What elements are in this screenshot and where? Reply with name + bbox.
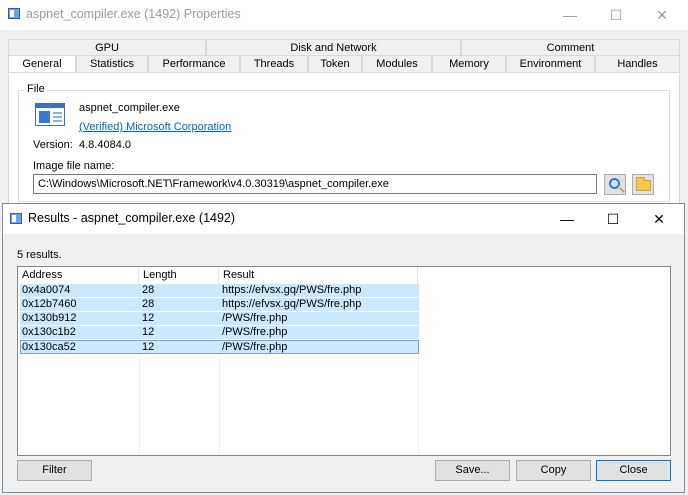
results-list-header: Address Length Result xyxy=(18,267,670,284)
properties-maximize-button[interactable]: ☐ xyxy=(594,0,638,30)
properties-titlebar: aspnet_compiler.exe (1492) Properties — … xyxy=(0,0,688,30)
tab-memory[interactable]: Memory xyxy=(432,55,506,72)
tab-handles[interactable]: Handles xyxy=(595,55,680,72)
column-header-length[interactable]: Length xyxy=(139,267,219,284)
tab-threads[interactable]: Threads xyxy=(240,55,308,72)
save-button[interactable]: Save... xyxy=(435,460,510,481)
inspect-file-button[interactable] xyxy=(604,174,626,195)
cell-length: 12 xyxy=(142,312,155,324)
results-minimize-button[interactable]: — xyxy=(545,204,589,234)
folder-icon xyxy=(636,177,651,191)
list-item-focused[interactable]: 0x130ca52 12 /PWS/fre.php xyxy=(20,340,419,354)
open-folder-button[interactable] xyxy=(632,174,654,195)
cell-result: /PWS/fre.php xyxy=(222,312,288,324)
results-maximize-button[interactable]: ☐ xyxy=(591,204,635,234)
tab-gpu[interactable]: GPU xyxy=(8,39,206,55)
executable-file-icon xyxy=(35,103,65,126)
cell-address: 0x130b912 xyxy=(22,312,77,324)
tab-statistics[interactable]: Statistics xyxy=(76,55,148,72)
cell-address: 0x4a0074 xyxy=(22,284,71,296)
tab-comment[interactable]: Comment xyxy=(461,39,680,55)
search-icon xyxy=(609,178,620,189)
column-header-result[interactable]: Result xyxy=(219,267,418,284)
version-label: Version: xyxy=(33,139,73,151)
list-item[interactable]: 0x130b912 12 /PWS/fre.php xyxy=(20,312,419,325)
properties-title: aspnet_compiler.exe (1492) Properties xyxy=(26,7,241,21)
cell-address: 0x12b7460 xyxy=(22,298,77,310)
copy-button[interactable]: Copy xyxy=(516,460,591,481)
cell-result: https://efvsx.gq/PWS/fre.php xyxy=(222,298,362,310)
cell-address: 0x130c1b2 xyxy=(22,326,76,338)
cell-result: https://efvsx.gq/PWS/fre.php xyxy=(222,284,362,296)
results-window: Results - aspnet_compiler.exe (1492) — ☐… xyxy=(2,203,685,493)
file-group-label: File xyxy=(25,83,47,95)
image-file-path-field[interactable]: C:\Windows\Microsoft.NET\Framework\v4.0.… xyxy=(33,174,597,194)
image-file-name-label: Image file name: xyxy=(33,160,115,172)
cell-length: 28 xyxy=(142,298,155,310)
cell-result: /PWS/fre.php xyxy=(222,326,288,338)
tab-environment[interactable]: Environment xyxy=(506,55,595,72)
list-item[interactable]: 0x4a0074 28 https://efvsx.gq/PWS/fre.php xyxy=(20,284,419,297)
results-titlebar: Results - aspnet_compiler.exe (1492) — ☐… xyxy=(3,204,684,234)
properties-minimize-button[interactable]: — xyxy=(548,0,592,30)
cell-length: 12 xyxy=(142,341,155,353)
tab-modules[interactable]: Modules xyxy=(362,55,432,72)
tab-row-bottom: General Statistics Performance Threads T… xyxy=(8,55,680,72)
cell-address: 0x130ca52 xyxy=(22,341,76,353)
file-name: aspnet_compiler.exe xyxy=(79,102,180,114)
cell-result: /PWS/fre.php xyxy=(222,341,288,353)
tab-performance[interactable]: Performance xyxy=(148,55,240,72)
results-close-icon[interactable]: ✕ xyxy=(637,204,681,234)
cell-length: 12 xyxy=(142,326,155,338)
version-value: 4.8.4084.0 xyxy=(79,139,131,151)
list-item[interactable]: 0x130c1b2 12 /PWS/fre.php xyxy=(20,326,419,339)
verified-publisher-link[interactable]: (Verified) Microsoft Corporation xyxy=(79,121,231,133)
results-title: Results - aspnet_compiler.exe (1492) xyxy=(28,211,236,225)
column-header-address[interactable]: Address xyxy=(18,267,139,284)
list-item[interactable]: 0x12b7460 28 https://efvsx.gq/PWS/fre.ph… xyxy=(20,298,419,311)
tab-row-top: GPU Disk and Network Comment xyxy=(8,39,680,55)
cell-length: 28 xyxy=(142,284,155,296)
results-list[interactable]: Address Length Result 0x4a0074 28 https:… xyxy=(17,266,671,456)
properties-close-button[interactable]: ✕ xyxy=(640,0,684,30)
tab-token[interactable]: Token xyxy=(308,55,362,72)
tab-general[interactable]: General xyxy=(8,55,76,72)
window-app-icon xyxy=(10,213,22,224)
filter-button[interactable]: Filter xyxy=(17,460,92,481)
window-app-icon xyxy=(8,8,20,19)
tab-disk-and-network[interactable]: Disk and Network xyxy=(206,39,461,55)
results-count: 5 results. xyxy=(17,249,62,261)
close-button[interactable]: Close xyxy=(596,460,671,481)
